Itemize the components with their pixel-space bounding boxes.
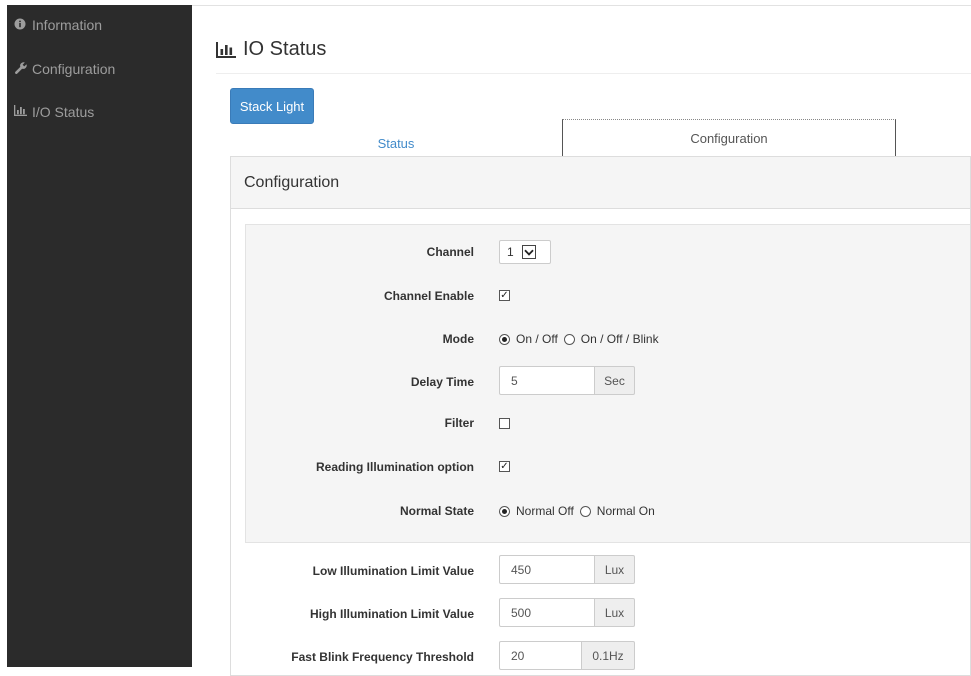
filter-label: Filter [444,416,474,430]
title-divider [216,73,971,74]
stack-light-button[interactable]: Stack Light [230,88,314,124]
info-circle-icon [14,18,26,33]
mode-radio-on-off[interactable] [499,333,510,345]
high-illumination-row: High Illumination Limit Value 500 Lux [245,598,970,628]
fast-blink-label: Fast Blink Frequency Threshold [291,650,474,664]
low-illumination-row: Low Illumination Limit Value 450 Lux [245,555,970,585]
mode-option-label: On / Off / Blink [580,332,659,346]
delay-time-unit: Sec [595,366,635,395]
fast-blink-input[interactable]: 20 [499,641,582,670]
panel-heading: Configuration [231,157,970,209]
sidebar-item-configuration[interactable]: Configuration [7,54,192,84]
chevron-down-icon [521,245,536,259]
normal-state-option-label: Normal Off [516,504,574,518]
reading-illumination-label: Reading Illumination option [316,460,474,474]
normal-state-row: Normal State Normal Off Normal On [245,497,970,527]
mode-row: Mode On / Off On / Off / Blink [245,324,970,354]
mode-label: Mode [442,332,474,346]
delay-time-input[interactable]: 5 [499,366,595,395]
top-divider [192,5,971,6]
page-title: IO Status [216,38,326,61]
high-illumination-label: High Illumination Limit Value [309,607,474,621]
high-illumination-input[interactable]: 500 [499,598,595,627]
high-illumination-unit: Lux [595,598,635,627]
normal-state-radio-off[interactable] [499,505,510,517]
configuration-panel: Configuration Channel 1 Channel Enable ✓ [230,156,971,676]
channel-enable-row: Channel Enable ✓ [245,281,970,311]
low-illumination-label: Low Illumination Limit Value [312,564,474,578]
channel-enable-label: Channel Enable [383,289,474,303]
normal-state-radio-on[interactable] [579,505,591,517]
channel-label: Channel [426,245,474,259]
channel-select[interactable]: 1 [499,240,551,264]
channel-row: Channel 1 [245,237,970,267]
tab-configuration[interactable]: Configuration [562,119,896,157]
low-illumination-unit: Lux [595,555,635,584]
channel-value: 1 [507,245,514,259]
main-content: IO Status Stack Light Status Configurati… [192,5,971,676]
reading-illumination-row: Reading Illumination option ✓ [245,452,970,482]
sidebar-item-information[interactable]: Information [7,10,192,40]
sidebar-item-label: Information [32,17,103,33]
bar-chart-icon [216,41,236,58]
sidebar-item-io-status[interactable]: I/O Status [7,97,192,127]
delay-time-row: Delay Time 5 Sec [245,366,970,396]
low-illumination-input[interactable]: 450 [499,555,595,584]
normal-state-option-label: Normal On [596,504,655,518]
channel-enable-checkbox[interactable]: ✓ [499,290,510,301]
filter-checkbox[interactable] [499,418,510,429]
sidebar: Information Configuration I/O Status [7,5,192,667]
delay-time-label: Delay Time [410,375,474,389]
sidebar-item-label: I/O Status [32,104,95,120]
page-title-text: IO Status [243,38,327,60]
reading-illumination-checkbox[interactable]: ✓ [499,461,510,472]
normal-state-label: Normal State [399,504,474,518]
bar-chart-icon [14,105,27,119]
mode-radio-on-off-blink[interactable] [563,333,575,345]
wrench-icon [14,61,27,78]
fast-blink-unit: 0.1Hz [582,641,635,670]
sidebar-item-label: Configuration [32,61,116,77]
filter-row: Filter [245,408,970,438]
mode-option-label: On / Off [516,332,558,346]
